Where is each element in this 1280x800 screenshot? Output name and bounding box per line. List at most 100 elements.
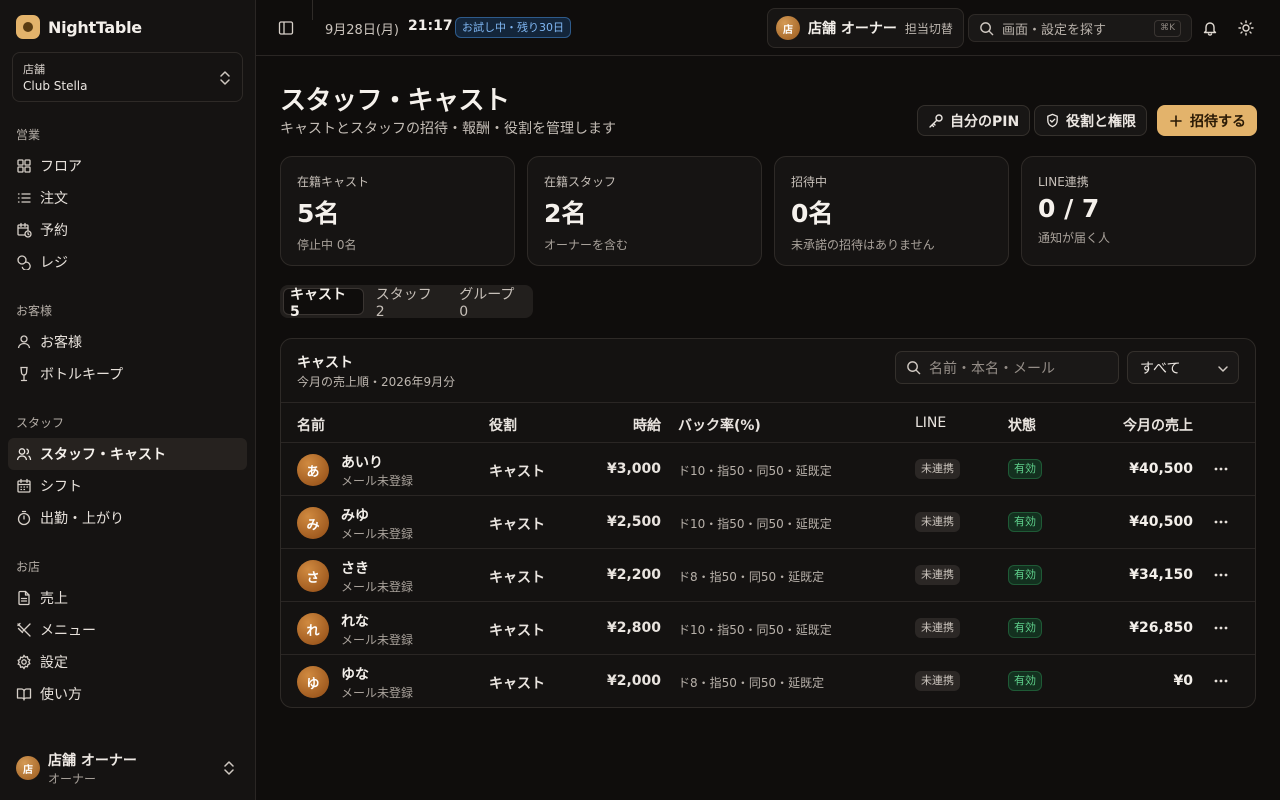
stat-card-staff: 在籍スタッフ 2名 オーナーを含む xyxy=(527,156,762,266)
user-name: 店舗 オーナー xyxy=(48,752,137,769)
nav-item-sales[interactable]: 売上 xyxy=(8,582,247,614)
nav-item-register[interactable]: レジ xyxy=(8,246,247,278)
my-pin-button[interactable]: 自分のPIN xyxy=(917,105,1031,136)
more-horizontal-icon[interactable] xyxy=(1213,567,1229,583)
key-icon xyxy=(929,113,943,128)
stat-label: LINE連携 xyxy=(1038,175,1089,189)
chevrons-up-down-icon xyxy=(224,761,234,775)
column-header-wage[interactable]: 時給 xyxy=(633,415,661,435)
tab-groups[interactable]: グループ 0 xyxy=(453,287,530,320)
sun-icon[interactable] xyxy=(1238,20,1254,36)
line-status-badge: 未連携 xyxy=(915,512,960,532)
monthly-sales: ¥34,150 xyxy=(1129,567,1193,583)
cast-role: キャスト xyxy=(489,676,545,692)
table-row[interactable]: さ さき メール未登録 キャスト ¥2,200 ド8・指50・同50・延既定 未… xyxy=(281,549,1255,602)
search-placeholder: 名前・本名・メール xyxy=(929,360,1055,377)
stat-label: 招待中 xyxy=(791,175,828,189)
cast-name: あいり xyxy=(341,455,383,471)
stat-card-line: LINE連携 0 / 7 通知が届く人 xyxy=(1021,156,1256,266)
nav-item-reservations[interactable]: 予約 xyxy=(8,214,247,246)
nav-item-menu[interactable]: メニュー xyxy=(8,614,247,646)
global-search[interactable]: 画面・設定を探す ⌘K xyxy=(968,14,1192,42)
current-date: 9月28日(月) xyxy=(325,23,399,38)
cast-email: メール未登録 xyxy=(341,633,414,647)
monthly-sales: ¥26,850 xyxy=(1129,620,1193,636)
more-horizontal-icon[interactable] xyxy=(1213,514,1229,530)
nav-item-bottle-keep[interactable]: ボトルキープ xyxy=(8,358,247,390)
section-title-staff: スタッフ xyxy=(16,416,65,430)
invite-button[interactable]: 招待する xyxy=(1157,105,1257,136)
more-horizontal-icon[interactable] xyxy=(1213,461,1229,477)
hourly-wage: ¥2,500 xyxy=(606,514,661,530)
back-rate: ド10・指50・同50・延既定 xyxy=(678,464,832,478)
column-header-name[interactable]: 名前 xyxy=(297,415,325,435)
search-icon xyxy=(907,361,921,375)
button-label: 自分のPIN xyxy=(950,113,1020,130)
avatar: み xyxy=(297,507,329,539)
nav-item-staff-cast[interactable]: スタッフ・キャスト xyxy=(8,438,247,470)
line-status-badge: 未連携 xyxy=(915,565,960,585)
utensils-icon xyxy=(17,622,31,637)
tab-cast[interactable]: キャスト 5 xyxy=(283,287,364,320)
wine-icon xyxy=(20,366,28,382)
table-row[interactable]: あ あいり メール未登録 キャスト ¥3,000 ド10・指50・同50・延既定… xyxy=(281,443,1255,496)
nav-label: 注文 xyxy=(40,191,68,207)
sidebar-toggle-icon[interactable] xyxy=(278,20,294,36)
section-title-sales: 営業 xyxy=(16,128,41,142)
search-placeholder: 画面・設定を探す xyxy=(1002,22,1107,38)
calendar-clock-icon xyxy=(17,222,32,238)
status-badge: 有効 xyxy=(1008,671,1042,691)
stat-note: 停止中 0名 xyxy=(297,238,357,252)
page-title: スタッフ・キャスト xyxy=(280,86,510,116)
nav-label: レジ xyxy=(40,255,68,271)
timer-icon xyxy=(17,510,31,526)
more-horizontal-icon[interactable] xyxy=(1213,620,1229,636)
more-horizontal-icon[interactable] xyxy=(1213,673,1229,689)
brand[interactable]: NightTable xyxy=(16,15,142,39)
owner-switch-button[interactable]: 店 店舗 オーナー 担当切替 xyxy=(767,8,964,48)
column-header-sales[interactable]: 今月の売上 xyxy=(1123,415,1193,435)
cast-email: メール未登録 xyxy=(341,474,414,488)
table-row[interactable]: れ れな メール未登録 キャスト ¥2,800 ド10・指50・同50・延既定 … xyxy=(281,602,1255,655)
cast-name: れな xyxy=(341,614,369,630)
table-row[interactable]: ゆ ゆな メール未登録 キャスト ¥2,000 ド8・指50・同50・延既定 未… xyxy=(281,655,1255,707)
nav-item-shifts[interactable]: シフト xyxy=(8,470,247,502)
nav-item-customers[interactable]: お客様 xyxy=(8,326,247,358)
current-time: 21:17 xyxy=(408,18,453,34)
plus-icon xyxy=(1170,114,1182,127)
cast-name: みゆ xyxy=(341,508,369,524)
nav-label: 売上 xyxy=(40,591,68,607)
hourly-wage: ¥2,800 xyxy=(606,620,661,636)
user-menu[interactable]: 店 店舗 オーナー オーナー xyxy=(16,752,240,786)
cast-search-input[interactable]: 名前・本名・メール xyxy=(895,351,1119,384)
back-rate: ド10・指50・同50・延既定 xyxy=(678,517,832,531)
store-switcher[interactable]: 店舗 Club Stella xyxy=(12,52,243,102)
column-header-status[interactable]: 状態 xyxy=(1008,415,1036,435)
line-status-badge: 未連携 xyxy=(915,459,960,479)
tab-bar: キャスト 5 スタッフ 2 グループ 0 xyxy=(280,285,533,320)
nav-item-orders[interactable]: 注文 xyxy=(8,182,247,214)
tab-staff[interactable]: スタッフ 2 xyxy=(370,287,448,320)
hourly-wage: ¥2,000 xyxy=(606,673,661,689)
monthly-sales: ¥0 xyxy=(1173,673,1193,689)
roles-permissions-button[interactable]: 役割と権限 xyxy=(1034,105,1147,136)
monthly-sales: ¥40,500 xyxy=(1129,514,1193,530)
stat-value: 5名 xyxy=(297,199,340,228)
cast-name: ゆな xyxy=(341,667,369,683)
topbar: 9月28日(月) 21:17 お試し中・残り30日 店 店舗 オーナー 担当切替… xyxy=(256,0,1280,56)
table-row[interactable]: み みゆ メール未登録 キャスト ¥2,500 ド10・指50・同50・延既定 … xyxy=(281,496,1255,549)
bell-icon[interactable] xyxy=(1202,20,1218,36)
column-header-line[interactable]: LINE xyxy=(915,415,946,431)
stat-note: オーナーを含む xyxy=(544,238,629,252)
column-header-role[interactable]: 役割 xyxy=(489,415,517,435)
nav-item-settings[interactable]: 設定 xyxy=(8,646,247,678)
nav-item-floor[interactable]: フロア xyxy=(8,150,247,182)
avatar: あ xyxy=(297,454,329,486)
column-header-back-rate[interactable]: バック率(%) xyxy=(678,415,761,435)
status-badge: 有効 xyxy=(1008,618,1042,638)
nav-item-guide[interactable]: 使い方 xyxy=(8,678,247,710)
page-subtitle: キャストとスタッフの招待・報酬・役割を管理します xyxy=(280,121,616,137)
nav-item-attendance[interactable]: 出勤・上がり xyxy=(8,502,247,534)
status-filter-select[interactable]: すべて xyxy=(1127,351,1239,384)
card-title: キャスト xyxy=(297,355,353,371)
